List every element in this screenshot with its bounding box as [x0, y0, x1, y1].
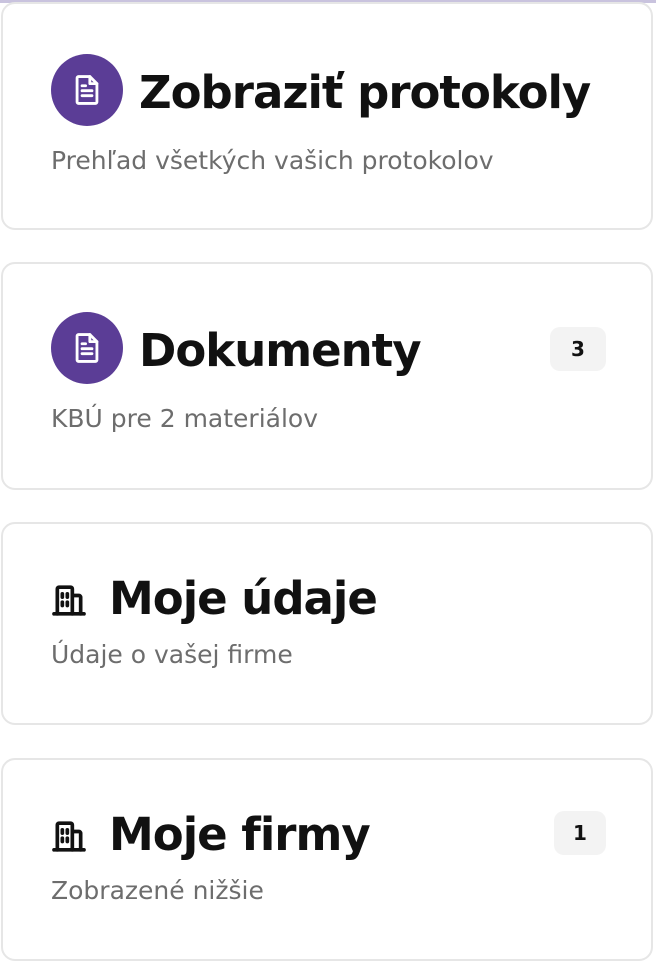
card-title: Zobraziť protokoly: [139, 66, 591, 119]
card-title: Moje údaje: [109, 572, 378, 625]
count-badge: 1: [554, 811, 606, 855]
card-subtitle: Zobrazené nižšie: [51, 876, 264, 905]
card-subtitle: Prehľad všetkých vašich protokolov: [51, 146, 494, 175]
building-icon: [52, 585, 86, 616]
card-my-companies[interactable]: Moje firmy 1 Zobrazené nižšie: [1, 758, 653, 961]
building-icon: [52, 821, 86, 852]
count-badge: 3: [550, 327, 606, 371]
document-icon: [51, 312, 123, 384]
card-title: Moje firmy: [109, 808, 371, 861]
card-subtitle: Údaje o vašej firme: [51, 640, 293, 669]
card-subtitle: KBÚ pre 2 materiálov: [51, 404, 319, 433]
card-my-details[interactable]: Moje údaje Údaje o vašej firme: [1, 522, 653, 725]
card-view-protocols[interactable]: Zobraziť protokoly Prehľad všetkých vaši…: [1, 2, 653, 230]
card-title: Dokumenty: [139, 324, 422, 377]
card-documents[interactable]: Dokumenty 3 KBÚ pre 2 materiálov: [1, 262, 653, 490]
document-icon: [51, 54, 123, 126]
